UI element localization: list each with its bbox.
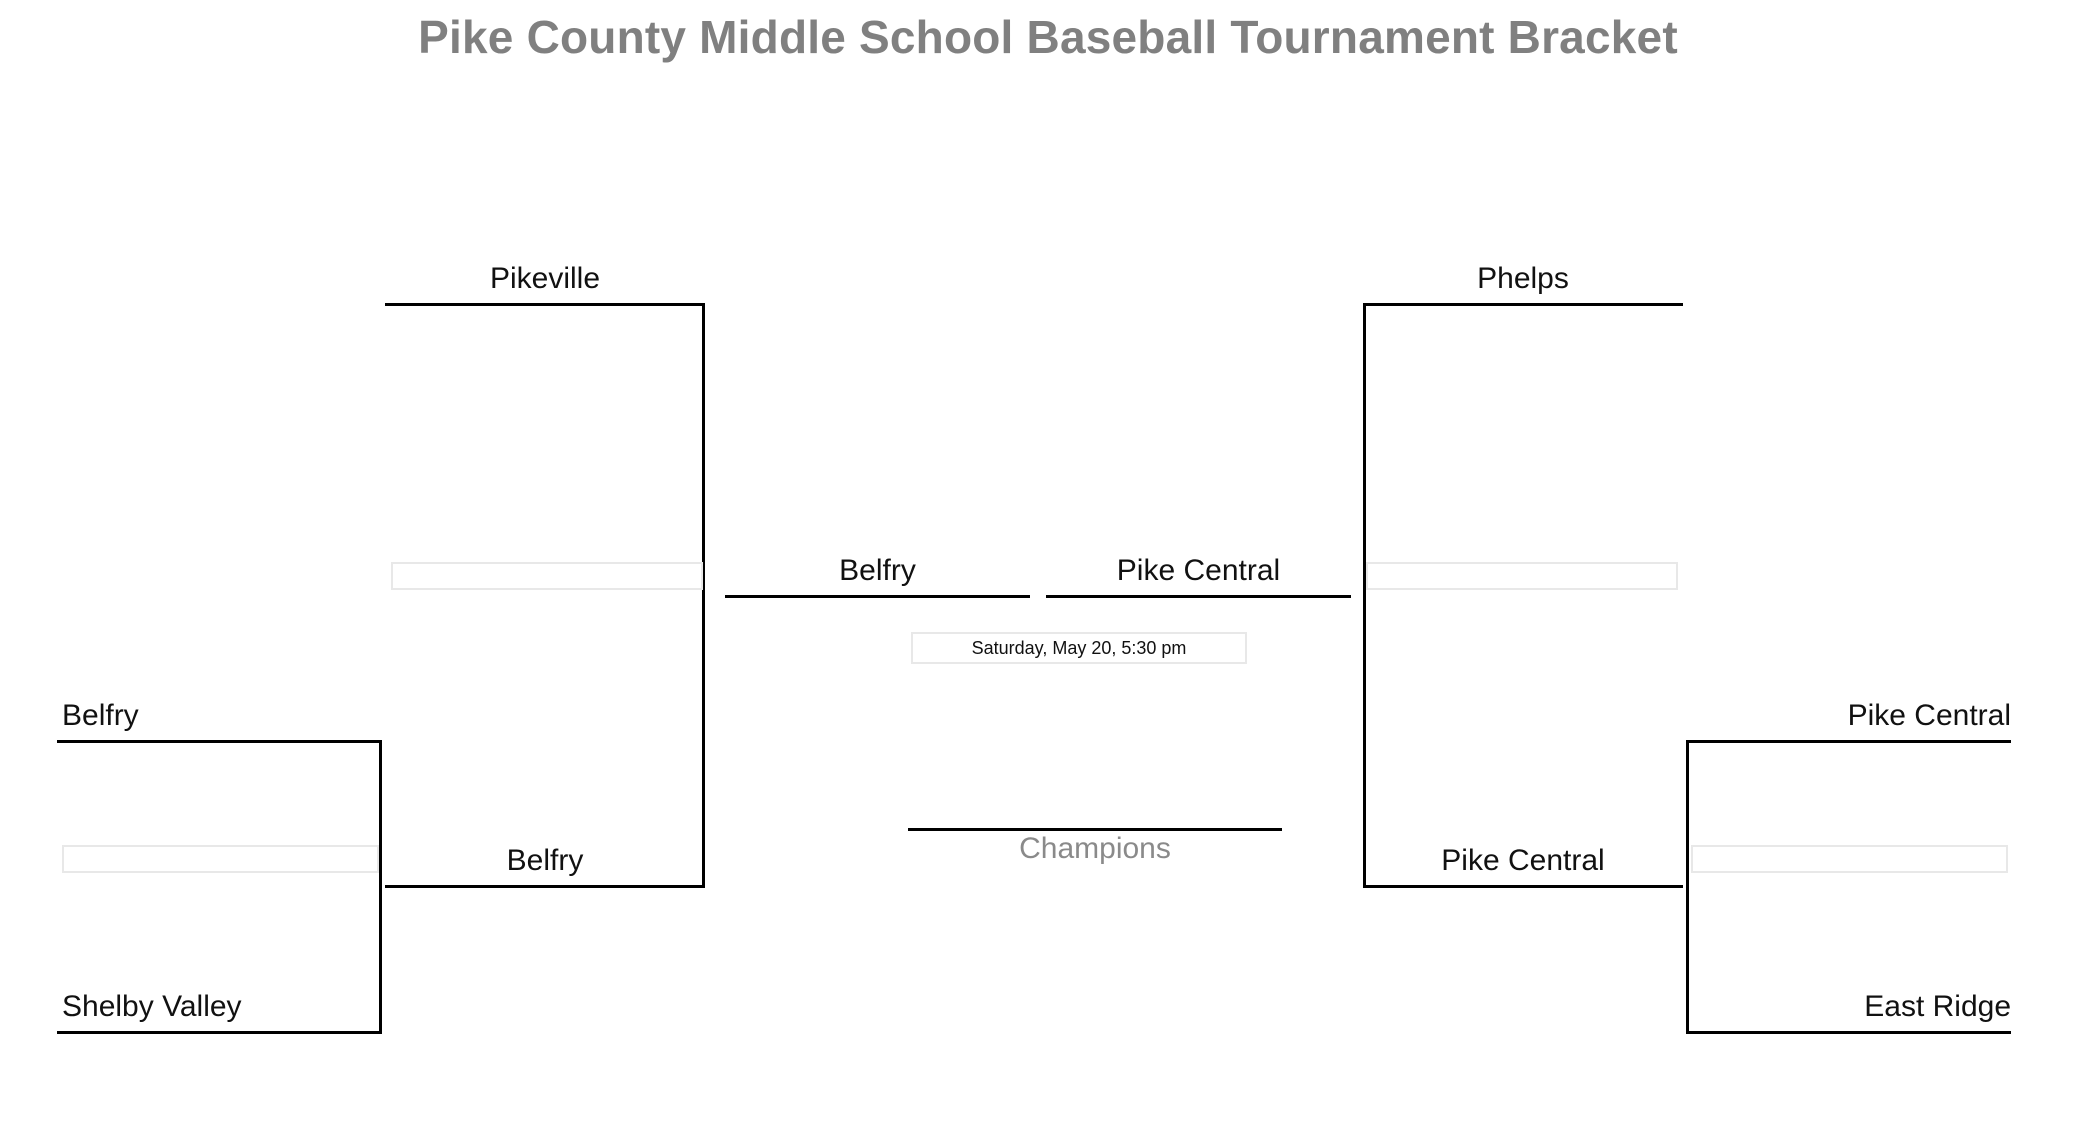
left-round1-score-input[interactable] (62, 845, 379, 873)
left-round1-top-team[interactable]: Belfry (62, 699, 382, 733)
right-round1-score-input[interactable] (1691, 845, 2008, 873)
right-round1-bottom-team[interactable]: East Ridge (1681, 990, 2011, 1024)
left-semifinal-top-team[interactable]: Pikeville (385, 262, 705, 296)
champion-rail (908, 828, 1282, 831)
left-round1-bottom-team[interactable]: Shelby Valley (62, 990, 392, 1024)
left-semifinal-bottom-team[interactable]: Belfry (385, 844, 705, 878)
champions-label: Champions (1019, 832, 1171, 865)
right-semifinal-bottom-rail (1363, 885, 1683, 888)
right-semifinal-score-input[interactable] (1366, 562, 1678, 590)
left-semifinal-bottom-rail (385, 885, 705, 888)
left-semifinal-top-rail (385, 303, 705, 306)
left-round1-bottom-rail (57, 1031, 382, 1034)
right-final-rail (1046, 595, 1351, 598)
right-round1-bottom-rail (1686, 1031, 2011, 1034)
right-round1-top-rail (1686, 740, 2011, 743)
left-semifinal-connector (702, 303, 705, 888)
right-finalist-team[interactable]: Pike Central (1046, 554, 1351, 588)
right-semifinal-bottom-team[interactable]: Pike Central (1363, 844, 1683, 878)
right-semifinal-top-rail (1363, 303, 1683, 306)
bracket-page: Pike County Middle School Baseball Tourn… (0, 0, 2096, 1122)
right-semifinal-top-team[interactable]: Phelps (1363, 262, 1683, 296)
championship-datetime-input[interactable]: Saturday, May 20, 5:30 pm (911, 632, 1247, 664)
right-semifinal-connector (1363, 303, 1366, 888)
left-round1-top-rail (57, 740, 382, 743)
page-title: Pike County Middle School Baseball Tourn… (418, 11, 1678, 63)
left-final-rail (725, 595, 1030, 598)
left-semifinal-score-input[interactable] (391, 562, 703, 590)
left-finalist-team[interactable]: Belfry (725, 554, 1030, 588)
right-round1-top-team[interactable]: Pike Central (1691, 699, 2011, 733)
